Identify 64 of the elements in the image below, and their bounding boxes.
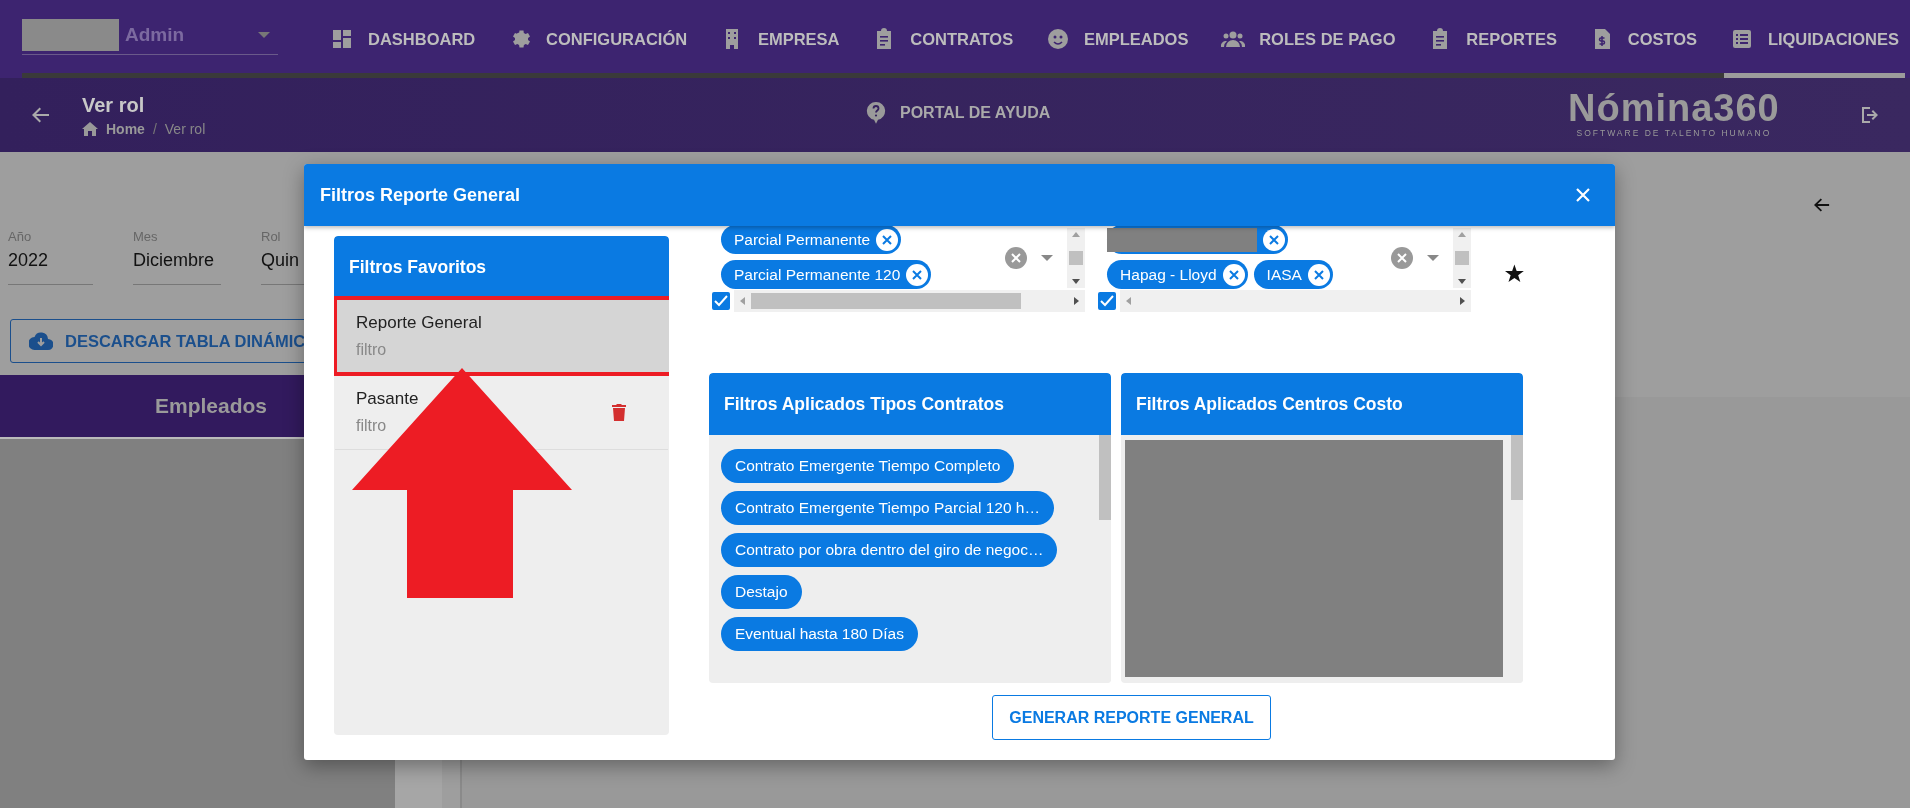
filter-chip[interactable]: Parcial Permanente 120 [721, 260, 932, 289]
scrollbar[interactable] [1099, 435, 1111, 683]
logo-tagline: SOFTWARE DE TALENTO HUMANO [1576, 128, 1772, 138]
card-title: Filtros Aplicados Centros Costo [1136, 393, 1403, 415]
dropdown-caret-icon[interactable] [1041, 255, 1054, 261]
filter-chip: Contrato Emergente Tiempo Completo [721, 449, 1015, 483]
checkbox[interactable] [1098, 292, 1117, 310]
checkbox[interactable] [712, 292, 730, 310]
select-field[interactable]: Año 2022 [8, 229, 93, 285]
card-title: Filtros Aplicados Tipos Contratos [724, 393, 1005, 415]
nav-tab[interactable]: EMPRESA [713, 0, 846, 78]
page-title: Ver rol [82, 93, 146, 117]
clear-icon[interactable] [1391, 247, 1414, 269]
filter-chip[interactable] [1107, 225, 1289, 254]
logout-icon[interactable] [1860, 105, 1880, 125]
nav-tab[interactable]: DASHBOARD [324, 0, 482, 78]
trash-icon[interactable] [612, 402, 626, 421]
help-link[interactable]: PORTAL DE AYUDA [866, 102, 1051, 124]
generate-report-button[interactable]: GENERAR REPORTE GENERAL [992, 695, 1271, 740]
nav-tab[interactable]: EMPLEADOS [1039, 0, 1195, 78]
caret-icon [258, 31, 270, 38]
nav-tab[interactable]: COSTOS [1583, 0, 1704, 78]
nav-tab[interactable]: REPORTES [1422, 0, 1563, 78]
home-icon [82, 121, 98, 136]
user-name: Admin [125, 23, 186, 46]
nav-tab[interactable]: CONTRATOS [866, 0, 1020, 78]
dashboard-icon [330, 27, 354, 51]
scrollbar[interactable] [1511, 435, 1523, 683]
remove-icon[interactable] [876, 228, 899, 251]
back-arrow-icon[interactable] [1814, 197, 1830, 213]
breadcrumb-link[interactable]: Home [106, 120, 145, 137]
cloud-download-icon [29, 332, 53, 350]
scrollbar[interactable] [1453, 228, 1472, 288]
help-icon [866, 102, 886, 124]
favorite-item[interactable]: Reporte General filtro [335, 298, 669, 374]
dialog-title: Filtros Reporte General [320, 184, 521, 206]
filter-chip: Contrato Emergente Tiempo Parcial 120 h… [721, 491, 1054, 525]
card-title: Filtros Favoritos [349, 256, 487, 278]
filter-chip[interactable]: IASA [1253, 260, 1333, 289]
clear-icon[interactable] [1005, 247, 1028, 269]
filter-chip[interactable]: Hapag - Lloyd [1107, 260, 1248, 289]
remove-icon[interactable] [1222, 263, 1245, 286]
filter-chip: Contrato por obra dentro del giro de negoc… [721, 533, 1058, 567]
scrollbar[interactable] [734, 290, 1086, 312]
back-arrow-icon[interactable] [32, 106, 50, 124]
filter-chip: Eventual hasta 180 Días [721, 617, 918, 651]
face-icon [1045, 27, 1070, 51]
filter-chip[interactable]: Parcial Permanente [721, 225, 902, 254]
nav-tab[interactable]: CONFIGURACIÓN [502, 0, 694, 78]
remove-icon[interactable] [1263, 228, 1286, 251]
close-icon[interactable] [1575, 187, 1591, 203]
remove-icon[interactable] [1307, 263, 1330, 286]
remove-icon[interactable] [906, 263, 929, 286]
nav-tab[interactable]: ROLES DE PAGO [1215, 0, 1402, 78]
star-icon[interactable] [1505, 264, 1524, 283]
scrollbar[interactable] [1067, 228, 1086, 288]
logo-text: Nómina360 [1568, 88, 1780, 128]
breadcrumb-current: Ver rol [164, 120, 206, 137]
select-field[interactable]: Mes Diciembre [133, 229, 221, 285]
scrollbar[interactable] [1120, 290, 1472, 312]
filter-chip: Destajo [721, 575, 802, 609]
breadcrumb-separator: / [152, 120, 157, 137]
panel-title: Empleados [154, 394, 267, 418]
dropdown-caret-icon[interactable] [1427, 255, 1440, 261]
